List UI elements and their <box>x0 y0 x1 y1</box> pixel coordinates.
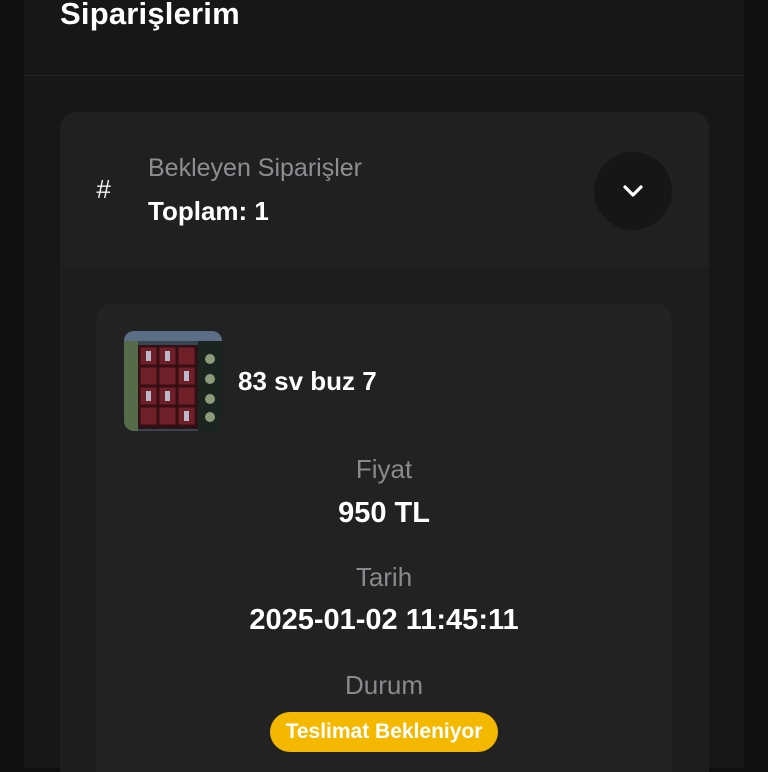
status-label: Durum <box>344 670 423 700</box>
pending-orders-accordion: # Bekleyen Siparişler Toplam: 1 83 sv bu… <box>60 112 709 772</box>
status-badge: Teslimat Bekleniyor <box>269 712 499 752</box>
item-thumbnail <box>124 331 222 431</box>
price-label: Fiyat <box>355 454 413 484</box>
orders-panel: Siparişlerim # Bekleyen Siparişler Topla… <box>24 0 744 772</box>
accordion-subtitle: Bekleyen Siparişler <box>148 154 362 182</box>
order-card: 83 sv buz 7 Fiyat 950 TL Tarih 2025-01-0… <box>96 304 672 772</box>
date-label: Tarih <box>355 562 413 592</box>
page-header: Siparişlerim <box>24 0 744 76</box>
accordion-header[interactable]: # Bekleyen Siparişler Toplam: 1 <box>60 112 709 268</box>
accordion-total: Toplam: 1 <box>148 196 269 226</box>
item-name: 83 sv buz 7 <box>238 366 377 396</box>
date-value: 2025-01-02 11:45:11 <box>249 604 519 636</box>
chevron-down-icon <box>623 185 643 197</box>
collapse-toggle-button[interactable] <box>594 152 672 230</box>
hash-icon: # <box>96 174 111 204</box>
page-title: Siparişlerim <box>60 0 240 31</box>
price-value: 950 TL <box>338 497 430 529</box>
